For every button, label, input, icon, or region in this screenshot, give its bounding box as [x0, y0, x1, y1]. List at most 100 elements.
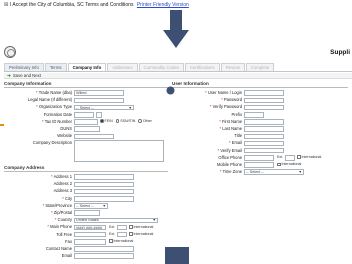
- company-information-title: Company Information: [4, 81, 168, 88]
- user-information-title: User Information: [172, 81, 348, 88]
- chevron-down-icon: ▼: [128, 105, 132, 110]
- state-select[interactable]: -- Select -- ▼: [74, 203, 108, 209]
- office-phone-intl: International: [297, 155, 321, 160]
- tax-id-label: Tax ID Number: [44, 118, 72, 124]
- ssn-radio[interactable]: [115, 119, 120, 123]
- orange-marker: [0, 124, 4, 126]
- office-phone-ext-input[interactable]: [285, 155, 295, 161]
- fax-intl-checkbox[interactable]: [109, 239, 113, 243]
- time-zone-select[interactable]: -- Select -- ▼: [244, 169, 304, 176]
- country-value: United States: [76, 218, 99, 223]
- main-phone-input[interactable]: (###) ###-####: [74, 224, 106, 231]
- verify-email-label: Verify Email: [220, 147, 242, 153]
- city-label: City: [64, 195, 72, 201]
- user-name-input[interactable]: [244, 90, 284, 96]
- tab-certifications: Certifications: [184, 63, 220, 71]
- toll-free-intl-label: International: [133, 231, 154, 236]
- state-label: State/Province: [45, 202, 72, 208]
- trade-name-input[interactable]: Wilfed: [74, 90, 124, 96]
- address3-input[interactable]: [74, 188, 134, 195]
- company-description-label: Company Description: [32, 140, 72, 146]
- city-input[interactable]: [74, 195, 134, 202]
- plus-icon: ➜: [7, 73, 11, 78]
- mobile-phone-intl-checkbox[interactable]: [277, 162, 281, 167]
- tab-company-info[interactable]: Company Info: [67, 63, 107, 71]
- mobile-phone-input[interactable]: [244, 162, 274, 168]
- calendar-icon[interactable]: [96, 111, 102, 118]
- save-bar: ➜ Save and Next: [4, 73, 352, 79]
- toll-free-input[interactable]: [74, 231, 106, 238]
- verify-password-input[interactable]: [244, 104, 284, 111]
- tax-id-input[interactable]: [74, 119, 98, 125]
- contact-name-label: Contact Name: [45, 245, 72, 251]
- printer-friendly-link[interactable]: Printer Friendly Version: [137, 2, 189, 8]
- company-information-section: Company Information * Trade Name (dba) Wi…: [4, 81, 168, 166]
- tab-divider: [4, 71, 352, 72]
- down-arrow-bottom-icon: [165, 247, 189, 264]
- address2-input[interactable]: [74, 181, 134, 188]
- tab-preliminary-info[interactable]: Preliminary Info: [4, 63, 44, 71]
- user-email-label: Email: [231, 140, 242, 146]
- main-phone-label: Main Phone: [50, 224, 72, 230]
- fax-intl-label: International: [113, 239, 134, 244]
- company-description-textarea[interactable]: [74, 140, 164, 163]
- other-radio[interactable]: [138, 119, 142, 123]
- time-zone-value: -- Select --: [246, 170, 264, 175]
- address3-label: Address 3: [53, 188, 72, 194]
- last-name-input[interactable]: [244, 126, 284, 132]
- company-address-title: Company Address: [4, 165, 168, 172]
- main-phone-ext-input[interactable]: [117, 224, 127, 231]
- fax-intl: International: [109, 239, 133, 244]
- office-phone-input[interactable]: [244, 155, 274, 161]
- save-and-next-button[interactable]: Save and Next: [13, 73, 41, 78]
- office-phone-label: Office Phone: [218, 154, 242, 160]
- time-zone-label: Time Zone: [222, 169, 242, 175]
- user-email-input[interactable]: [244, 140, 284, 147]
- terms-accept-line: ☒ I Accept the City of Columbia, SC Term…: [4, 2, 189, 8]
- main-phone-intl-checkbox[interactable]: [129, 225, 133, 229]
- legal-name-label: Legal Name (If different): [27, 97, 72, 103]
- accept-terms-checkbox-text[interactable]: ☒ I Accept the City of Columbia, SC Term…: [4, 2, 133, 8]
- address1-input[interactable]: [74, 174, 134, 180]
- toll-free-ext-input[interactable]: [117, 231, 127, 238]
- toll-free-intl-checkbox[interactable]: [129, 232, 133, 236]
- fein-label: FEIN: [104, 119, 113, 124]
- duns-input[interactable]: [74, 126, 100, 132]
- zip-input[interactable]: [74, 210, 100, 216]
- verify-email-input[interactable]: [244, 147, 284, 154]
- formation-date-input[interactable]: [74, 111, 94, 118]
- first-name-input[interactable]: [244, 119, 284, 125]
- tab-commodity-codes: Commodity Codes: [138, 63, 184, 71]
- user-information-section: User Information * User Name / Login * P…: [172, 81, 348, 176]
- password-input[interactable]: [244, 97, 284, 104]
- toll-free-label: Toll Free: [56, 231, 72, 237]
- website-input[interactable]: [74, 133, 114, 140]
- prefix-input[interactable]: [244, 111, 264, 118]
- tax-type-options: FEIN SSN/ITIN Other: [100, 119, 152, 124]
- contact-name-input[interactable]: [74, 246, 134, 252]
- fein-radio[interactable]: [100, 119, 104, 123]
- tab-addresses: Addresses: [107, 63, 138, 71]
- org-type-value: -- Select --: [76, 105, 94, 110]
- toll-free-intl: International: [129, 232, 153, 237]
- office-phone-intl-label: International: [301, 155, 322, 160]
- fax-input[interactable]: [74, 239, 106, 245]
- ssn-label: SSN/ITIN: [120, 119, 136, 124]
- office-phone-intl-checkbox[interactable]: [297, 155, 301, 159]
- email-input[interactable]: [74, 253, 134, 260]
- legal-name-input[interactable]: [74, 97, 124, 104]
- country-label: Country: [57, 217, 72, 223]
- tab-terms[interactable]: Terms: [44, 63, 67, 71]
- down-arrow-icon: [163, 10, 189, 48]
- title-label: Title: [234, 133, 242, 139]
- password-label: Password: [224, 97, 242, 103]
- tab-complete: Complete: [245, 63, 275, 71]
- other-label: Other: [142, 119, 152, 124]
- tab-review: Review: [220, 63, 245, 71]
- country-select[interactable]: United States ▼: [74, 217, 158, 224]
- wizard-tabs: Preliminary Info Terms Company Info Addr…: [4, 63, 352, 71]
- title-input[interactable]: [244, 133, 284, 140]
- address2-label: Address 2: [53, 181, 72, 187]
- company-address-section: Company Address * Address 1 Address 2 Ad…: [4, 165, 168, 260]
- org-type-select[interactable]: -- Select -- ▼: [74, 104, 134, 111]
